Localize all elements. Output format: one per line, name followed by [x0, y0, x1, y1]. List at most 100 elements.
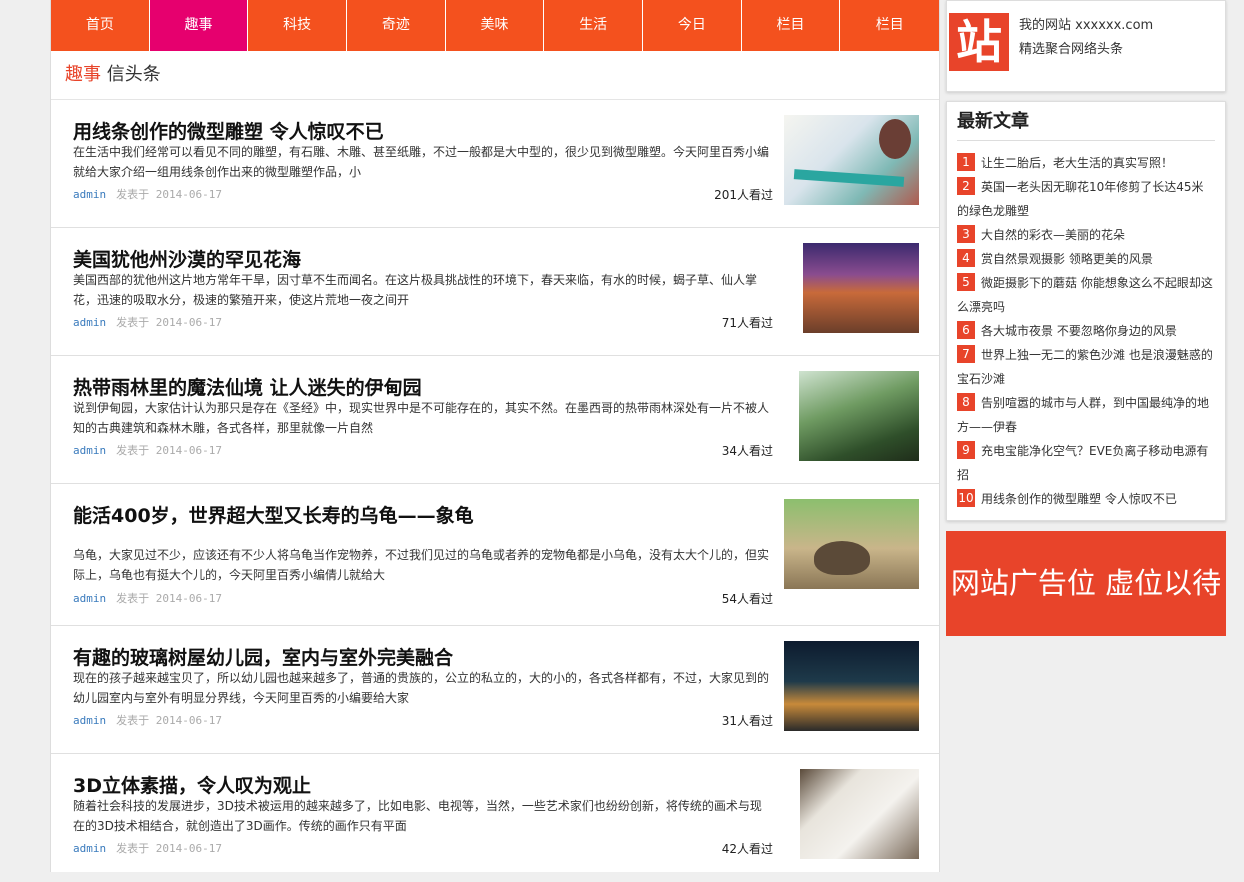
rank-badge: 2 [957, 177, 975, 195]
article-thumbnail[interactable] [803, 243, 919, 333]
article-desc: 随着社会科技的发展进步，3D技术被运用的越来越多了，比如电影、电视等，当然，一些… [73, 799, 762, 833]
article-views: 71人看过 [721, 316, 773, 330]
nav-item-column-2[interactable]: 栏目 [840, 0, 939, 51]
article-title[interactable]: 热带雨林里的魔法仙境 让人迷失的伊甸园 [73, 373, 422, 400]
article-date: 发表于 2014-06-17 [116, 316, 222, 329]
nav-item-column-1[interactable]: 栏目 [742, 0, 841, 51]
rank-badge: 7 [957, 345, 975, 363]
latest-article-item[interactable]: 5 微距摄影下的蘑菇 你能想象这么不起眼却这么漂亮吗 [957, 271, 1215, 319]
article-meta: admin 发表于 2014-06-17 [73, 442, 222, 458]
latest-article-text[interactable]: 充电宝能净化空气？EVE负离子移动电源有招 [957, 444, 1208, 482]
article-date: 发表于 2014-06-17 [116, 714, 222, 727]
article-author[interactable]: admin [73, 316, 106, 329]
article-title[interactable]: 用线条创作的微型雕塑 令人惊叹不已 [73, 117, 384, 144]
rank-badge: 1 [957, 153, 975, 171]
latest-article-text[interactable]: 世界上独一无二的紫色沙滩 也是浪漫魅惑的宝石沙滩 [957, 348, 1213, 386]
article-views: 42人看过 [721, 842, 773, 856]
article-title[interactable]: 有趣的玻璃树屋幼儿园，室内与室外完美融合 [73, 643, 453, 670]
article-date: 发表于 2014-06-17 [116, 592, 222, 605]
latest-article-text[interactable]: 微距摄影下的蘑菇 你能想象这么不起眼却这么漂亮吗 [957, 276, 1213, 314]
article-item: 能活400岁，世界超大型又长寿的乌龟——象龟 乌龟，大家见过不少，应该还有不少人… [51, 484, 939, 626]
latest-article-text[interactable]: 各大城市夜景 不要忽略你身边的风景 [981, 324, 1177, 338]
latest-article-text[interactable]: 用线条创作的微型雕塑 令人惊叹不已 [981, 492, 1177, 506]
article-thumbnail[interactable] [784, 641, 919, 731]
article-item: 美国犹他州沙漠的罕见花海 美国西部的犹他州这片地方常年干旱，因寸草不生而闻名。在… [51, 228, 939, 356]
article-desc: 美国西部的犹他州这片地方常年干旱，因寸草不生而闻名。在这片极具挑战性的环境下，春… [73, 273, 758, 307]
article-desc: 在生活中我们经常可以看见不同的雕塑，有石雕、木雕、甚至纸雕，不过一般都是大中型的… [73, 145, 770, 179]
site-info-box: 站 我的网站 xxxxxx.com 精选聚合网络头条 [946, 0, 1226, 92]
main-content: 首页 趣事 科技 奇迹 美味 生活 今日 栏目 栏目 趣事 信头条 用线条创作的… [50, 0, 940, 872]
latest-article-item[interactable]: 8 告别喧嚣的城市与人群，到中国最纯净的地方——伊春 [957, 391, 1215, 439]
article-thumbnail[interactable] [800, 769, 919, 859]
article-date: 发表于 2014-06-17 [116, 444, 222, 457]
rank-badge: 8 [957, 393, 975, 411]
article-views: 54人看过 [721, 592, 773, 606]
latest-articles-box: 最新文章 1 让生二胎后，老大生活的真实写照！ 2 英国一老头因无聊花10年修剪了长… [946, 101, 1226, 521]
nav-item-miracle[interactable]: 奇迹 [347, 0, 446, 51]
rank-badge: 3 [957, 225, 975, 243]
latest-article-item[interactable]: 3 大自然的彩衣—美丽的花朵 [957, 223, 1215, 247]
article-date: 发表于 2014-06-17 [116, 188, 222, 201]
article-author[interactable]: admin [73, 842, 106, 855]
article-title[interactable]: 3D立体素描，令人叹为观止 [73, 771, 311, 798]
latest-article-text[interactable]: 让生二胎后，老大生活的真实写照！ [981, 156, 1173, 170]
latest-articles-title: 最新文章 [957, 102, 1215, 141]
latest-article-item[interactable]: 7 世界上独一无二的紫色沙滩 也是浪漫魅惑的宝石沙滩 [957, 343, 1215, 391]
nav-item-home[interactable]: 首页 [51, 0, 150, 51]
rank-badge: 5 [957, 273, 975, 291]
rank-badge: 10 [957, 489, 975, 507]
latest-article-text[interactable]: 英国一老头因无聊花10年修剪了长达45米的绿色龙雕塑 [957, 180, 1204, 218]
article-meta: admin 发表于 2014-06-17 [73, 712, 222, 728]
thumb-shape [793, 169, 905, 187]
rank-badge: 4 [957, 249, 975, 267]
article-item: 热带雨林里的魔法仙境 让人迷失的伊甸园 说到伊甸园，大家估计认为那只是存在《圣经… [51, 356, 939, 484]
latest-article-text[interactable]: 大自然的彩衣—美丽的花朵 [981, 228, 1125, 242]
site-name[interactable]: 我的网站 xxxxxx.com [1019, 14, 1153, 33]
article-desc: 说到伊甸园，大家估计认为那只是存在《圣经》中，现实世界中是不可能存在的，其实不然… [73, 401, 770, 435]
rank-badge: 9 [957, 441, 975, 459]
nav-item-food[interactable]: 美味 [446, 0, 545, 51]
latest-article-item[interactable]: 2 英国一老头因无聊花10年修剪了长达45米的绿色龙雕塑 [957, 175, 1215, 223]
article-meta: admin 发表于 2014-06-17 [73, 186, 222, 202]
article-thumbnail[interactable] [784, 499, 919, 589]
rank-badge: 6 [957, 321, 975, 339]
article-author[interactable]: admin [73, 592, 106, 605]
article-title[interactable]: 美国犹他州沙漠的罕见花海 [73, 245, 301, 272]
article-author[interactable]: admin [73, 188, 106, 201]
article-meta: admin 发表于 2014-06-17 [73, 840, 222, 856]
article-item: 用线条创作的微型雕塑 令人惊叹不已 在生活中我们经常可以看见不同的雕塑，有石雕、… [51, 100, 939, 228]
breadcrumb-sub: 信头条 [106, 64, 161, 85]
latest-article-text[interactable]: 告别喧嚣的城市与人群，到中国最纯净的地方——伊春 [957, 396, 1209, 434]
nav-item-today[interactable]: 今日 [643, 0, 742, 51]
thumb-shape [814, 541, 870, 575]
latest-article-item[interactable]: 10 用线条创作的微型雕塑 令人惊叹不已 [957, 487, 1215, 511]
article-author[interactable]: admin [73, 714, 106, 727]
latest-article-item[interactable]: 4 赏自然景观摄影 领略更美的风景 [957, 247, 1215, 271]
latest-article-item[interactable]: 9 充电宝能净化空气？EVE负离子移动电源有招 [957, 439, 1215, 487]
article-views: 201人看过 [714, 188, 773, 202]
nav-item-life[interactable]: 生活 [544, 0, 644, 51]
latest-article-text[interactable]: 赏自然景观摄影 领略更美的风景 [981, 252, 1153, 266]
breadcrumb: 趣事 信头条 [51, 51, 939, 100]
thumb-figure [879, 119, 911, 159]
nav-item-tech[interactable]: 科技 [248, 0, 348, 51]
article-thumbnail[interactable] [799, 371, 919, 461]
logo-icon[interactable]: 站 [949, 13, 1009, 71]
ad-banner[interactable]: 网站广告位 虚位以待 [946, 531, 1226, 636]
article-date: 发表于 2014-06-17 [116, 842, 222, 855]
article-item: 有趣的玻璃树屋幼儿园，室内与室外完美融合 现在的孩子越来越宝贝了，所以幼儿园也越… [51, 626, 939, 754]
latest-article-item[interactable]: 6 各大城市夜景 不要忽略你身边的风景 [957, 319, 1215, 343]
article-title[interactable]: 能活400岁，世界超大型又长寿的乌龟——象龟 [73, 501, 474, 528]
latest-article-item[interactable]: 1 让生二胎后，老大生活的真实写照！ [957, 151, 1215, 175]
article-views: 31人看过 [721, 714, 773, 728]
article-thumbnail[interactable] [784, 115, 919, 205]
nav-item-fun[interactable]: 趣事 [149, 0, 249, 51]
article-meta: admin 发表于 2014-06-17 [73, 314, 222, 330]
breadcrumb-category[interactable]: 趣事 [65, 64, 101, 85]
article-item: 3D立体素描，令人叹为观止 随着社会科技的发展进步，3D技术被运用的越来越多了，… [51, 754, 939, 882]
top-nav: 首页 趣事 科技 奇迹 美味 生活 今日 栏目 栏目 [51, 0, 939, 51]
article-author[interactable]: admin [73, 444, 106, 457]
article-desc: 现在的孩子越来越宝贝了，所以幼儿园也越来越多了，普通的贵族的，公立的私立的，大的… [73, 671, 770, 705]
site-slogan: 精选聚合网络头条 [1019, 42, 1124, 57]
article-desc: 乌龟，大家见过不少，应该还有不少人将乌龟当作宠物养，不过我们见过的乌龟或者养的宠… [73, 548, 770, 582]
